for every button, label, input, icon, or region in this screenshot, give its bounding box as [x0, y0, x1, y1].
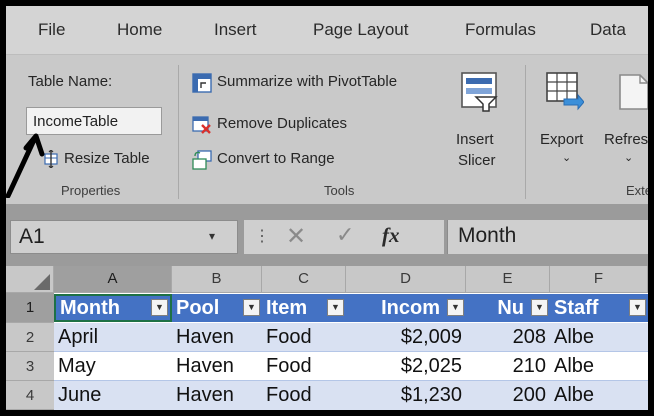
excel-window: File Home Insert Page Layout Formulas Da…: [6, 6, 648, 410]
filter-dropdown-month[interactable]: ▼: [151, 299, 168, 316]
column-header-f[interactable]: F: [550, 266, 648, 292]
table-cell[interactable]: Albe: [550, 323, 648, 352]
column-headers: A B C D E F: [6, 266, 648, 293]
row-header-1[interactable]: 1: [6, 293, 54, 323]
convert-to-range-button[interactable]: Convert to Range: [192, 148, 392, 172]
menu-data[interactable]: Data: [590, 20, 626, 40]
table-cell[interactable]: Haven: [172, 323, 262, 352]
table-cell[interactable]: Food: [262, 381, 346, 410]
name-box[interactable]: A1 ▾: [10, 220, 238, 254]
resize-table-label: Resize Table: [64, 150, 150, 167]
insert-slicer-label-line2: Slicer: [458, 152, 496, 169]
menu-page-layout[interactable]: Page Layout: [313, 20, 408, 40]
export-icon: [546, 72, 584, 111]
enter-icon[interactable]: ✓: [336, 222, 354, 248]
table-cell[interactable]: 208: [466, 323, 550, 352]
refresh-icon: [619, 74, 648, 110]
table-name-label: Table Name:: [28, 73, 113, 90]
insert-slicer-label-line1: Insert: [456, 131, 494, 148]
pivot-table-icon: [192, 73, 212, 93]
remove-duplicates-button[interactable]: Remove Duplicates: [192, 113, 392, 137]
convert-to-range-label: Convert to Range: [217, 150, 335, 167]
header-label: Month: [60, 297, 120, 319]
table-cell[interactable]: Albe: [550, 381, 648, 410]
table-row: April Haven Food $2,009 208 Albe: [54, 323, 648, 352]
table-cell[interactable]: 210: [466, 352, 550, 381]
column-header-c[interactable]: C: [262, 266, 346, 292]
export-dropdown-icon[interactable]: ⌄: [562, 151, 571, 164]
tools-group-label: Tools: [324, 183, 355, 198]
filter-dropdown-staff[interactable]: ▼: [629, 299, 646, 316]
properties-group-label: Properties: [61, 183, 121, 198]
header-label: Item: [266, 297, 308, 319]
row-header-4[interactable]: 4: [6, 381, 54, 410]
export-label: Export: [540, 131, 584, 148]
refresh-label: Refres: [604, 131, 648, 148]
worksheet-grid: A B C D E F 1 2 3 4 Month ▼ Pool ▼ Item …: [6, 266, 648, 410]
header-label: Pool: [176, 297, 220, 319]
insert-function-icon[interactable]: fx: [382, 223, 400, 248]
table-cell[interactable]: Albe: [550, 352, 648, 381]
summarize-pivot-button[interactable]: Summarize with PivotTable: [192, 71, 442, 95]
refresh-dropdown-icon[interactable]: ⌄: [624, 151, 633, 164]
resize-table-button[interactable]: Resize Table: [42, 148, 172, 172]
column-header-d[interactable]: D: [346, 266, 466, 292]
table-cell[interactable]: 200: [466, 381, 550, 410]
ribbon: Table Name: Resize Table Properties: [6, 54, 648, 205]
table-row: May Haven Food $2,025 210 Albe: [54, 352, 648, 381]
formula-buttons: ⋮ ✕ ✓ fx: [244, 220, 444, 254]
insert-slicer-button[interactable]: Insert Slicer: [452, 65, 516, 177]
name-box-value: A1: [19, 225, 45, 248]
table-cell[interactable]: Food: [262, 352, 346, 381]
table-header-row: Month ▼ Pool ▼ Item ▼ Incom ▼ Nu ▼ Staff…: [54, 294, 648, 322]
formula-options-icon[interactable]: ⋮: [254, 226, 270, 246]
table-cell[interactable]: May: [54, 352, 172, 381]
column-header-b[interactable]: B: [172, 266, 262, 292]
filter-dropdown-item[interactable]: ▼: [327, 299, 344, 316]
column-header-a[interactable]: A: [54, 266, 172, 292]
menu-formulas[interactable]: Formulas: [465, 20, 536, 40]
row-header-2[interactable]: 2: [6, 323, 54, 352]
name-box-dropdown-icon[interactable]: ▾: [209, 229, 215, 243]
table-cell[interactable]: $2,025: [346, 352, 466, 381]
remove-duplicates-label: Remove Duplicates: [217, 115, 348, 132]
table-cell[interactable]: $2,009: [346, 323, 466, 352]
column-header-e[interactable]: E: [466, 266, 550, 292]
remove-duplicates-icon: [192, 116, 211, 134]
header-label: Staff: [554, 297, 599, 319]
header-label: Nu: [497, 297, 524, 319]
convert-to-range-icon: [192, 150, 212, 170]
menu-file[interactable]: File: [38, 20, 65, 40]
ribbon-separator: [525, 65, 526, 199]
table-cell[interactable]: April: [54, 323, 172, 352]
table-cell[interactable]: $1,230: [346, 381, 466, 410]
filter-dropdown-income[interactable]: ▼: [447, 299, 464, 316]
select-all-corner[interactable]: [6, 266, 54, 292]
formula-bar: A1 ▾ ⋮ ✕ ✓ fx Month: [6, 204, 648, 266]
table-cell[interactable]: Haven: [172, 352, 262, 381]
formula-value: Month: [458, 224, 517, 247]
header-label: Incom: [381, 297, 440, 319]
formula-input[interactable]: Month: [447, 220, 648, 254]
menu-home[interactable]: Home: [117, 20, 162, 40]
table-cell[interactable]: Food: [262, 323, 346, 352]
arrow-annotation: [6, 133, 45, 198]
cancel-icon[interactable]: ✕: [286, 222, 306, 251]
refresh-button[interactable]: Refres ⌄: [604, 65, 648, 177]
export-button[interactable]: Export ⌄: [538, 65, 598, 177]
filter-dropdown-number[interactable]: ▼: [531, 299, 548, 316]
table-row: June Haven Food $1,230 200 Albe: [54, 381, 648, 410]
row-header-3[interactable]: 3: [6, 352, 54, 381]
table-cell[interactable]: June: [54, 381, 172, 410]
menu-bar: File Home Insert Page Layout Formulas Da…: [6, 6, 648, 54]
summarize-pivot-label: Summarize with PivotTable: [217, 73, 398, 90]
external-data-group-label: Exte: [626, 183, 648, 198]
slicer-icon: [461, 72, 498, 112]
table-cell[interactable]: Haven: [172, 381, 262, 410]
menu-insert[interactable]: Insert: [214, 20, 257, 40]
filter-dropdown-pool[interactable]: ▼: [243, 299, 260, 316]
ribbon-separator: [178, 65, 179, 199]
